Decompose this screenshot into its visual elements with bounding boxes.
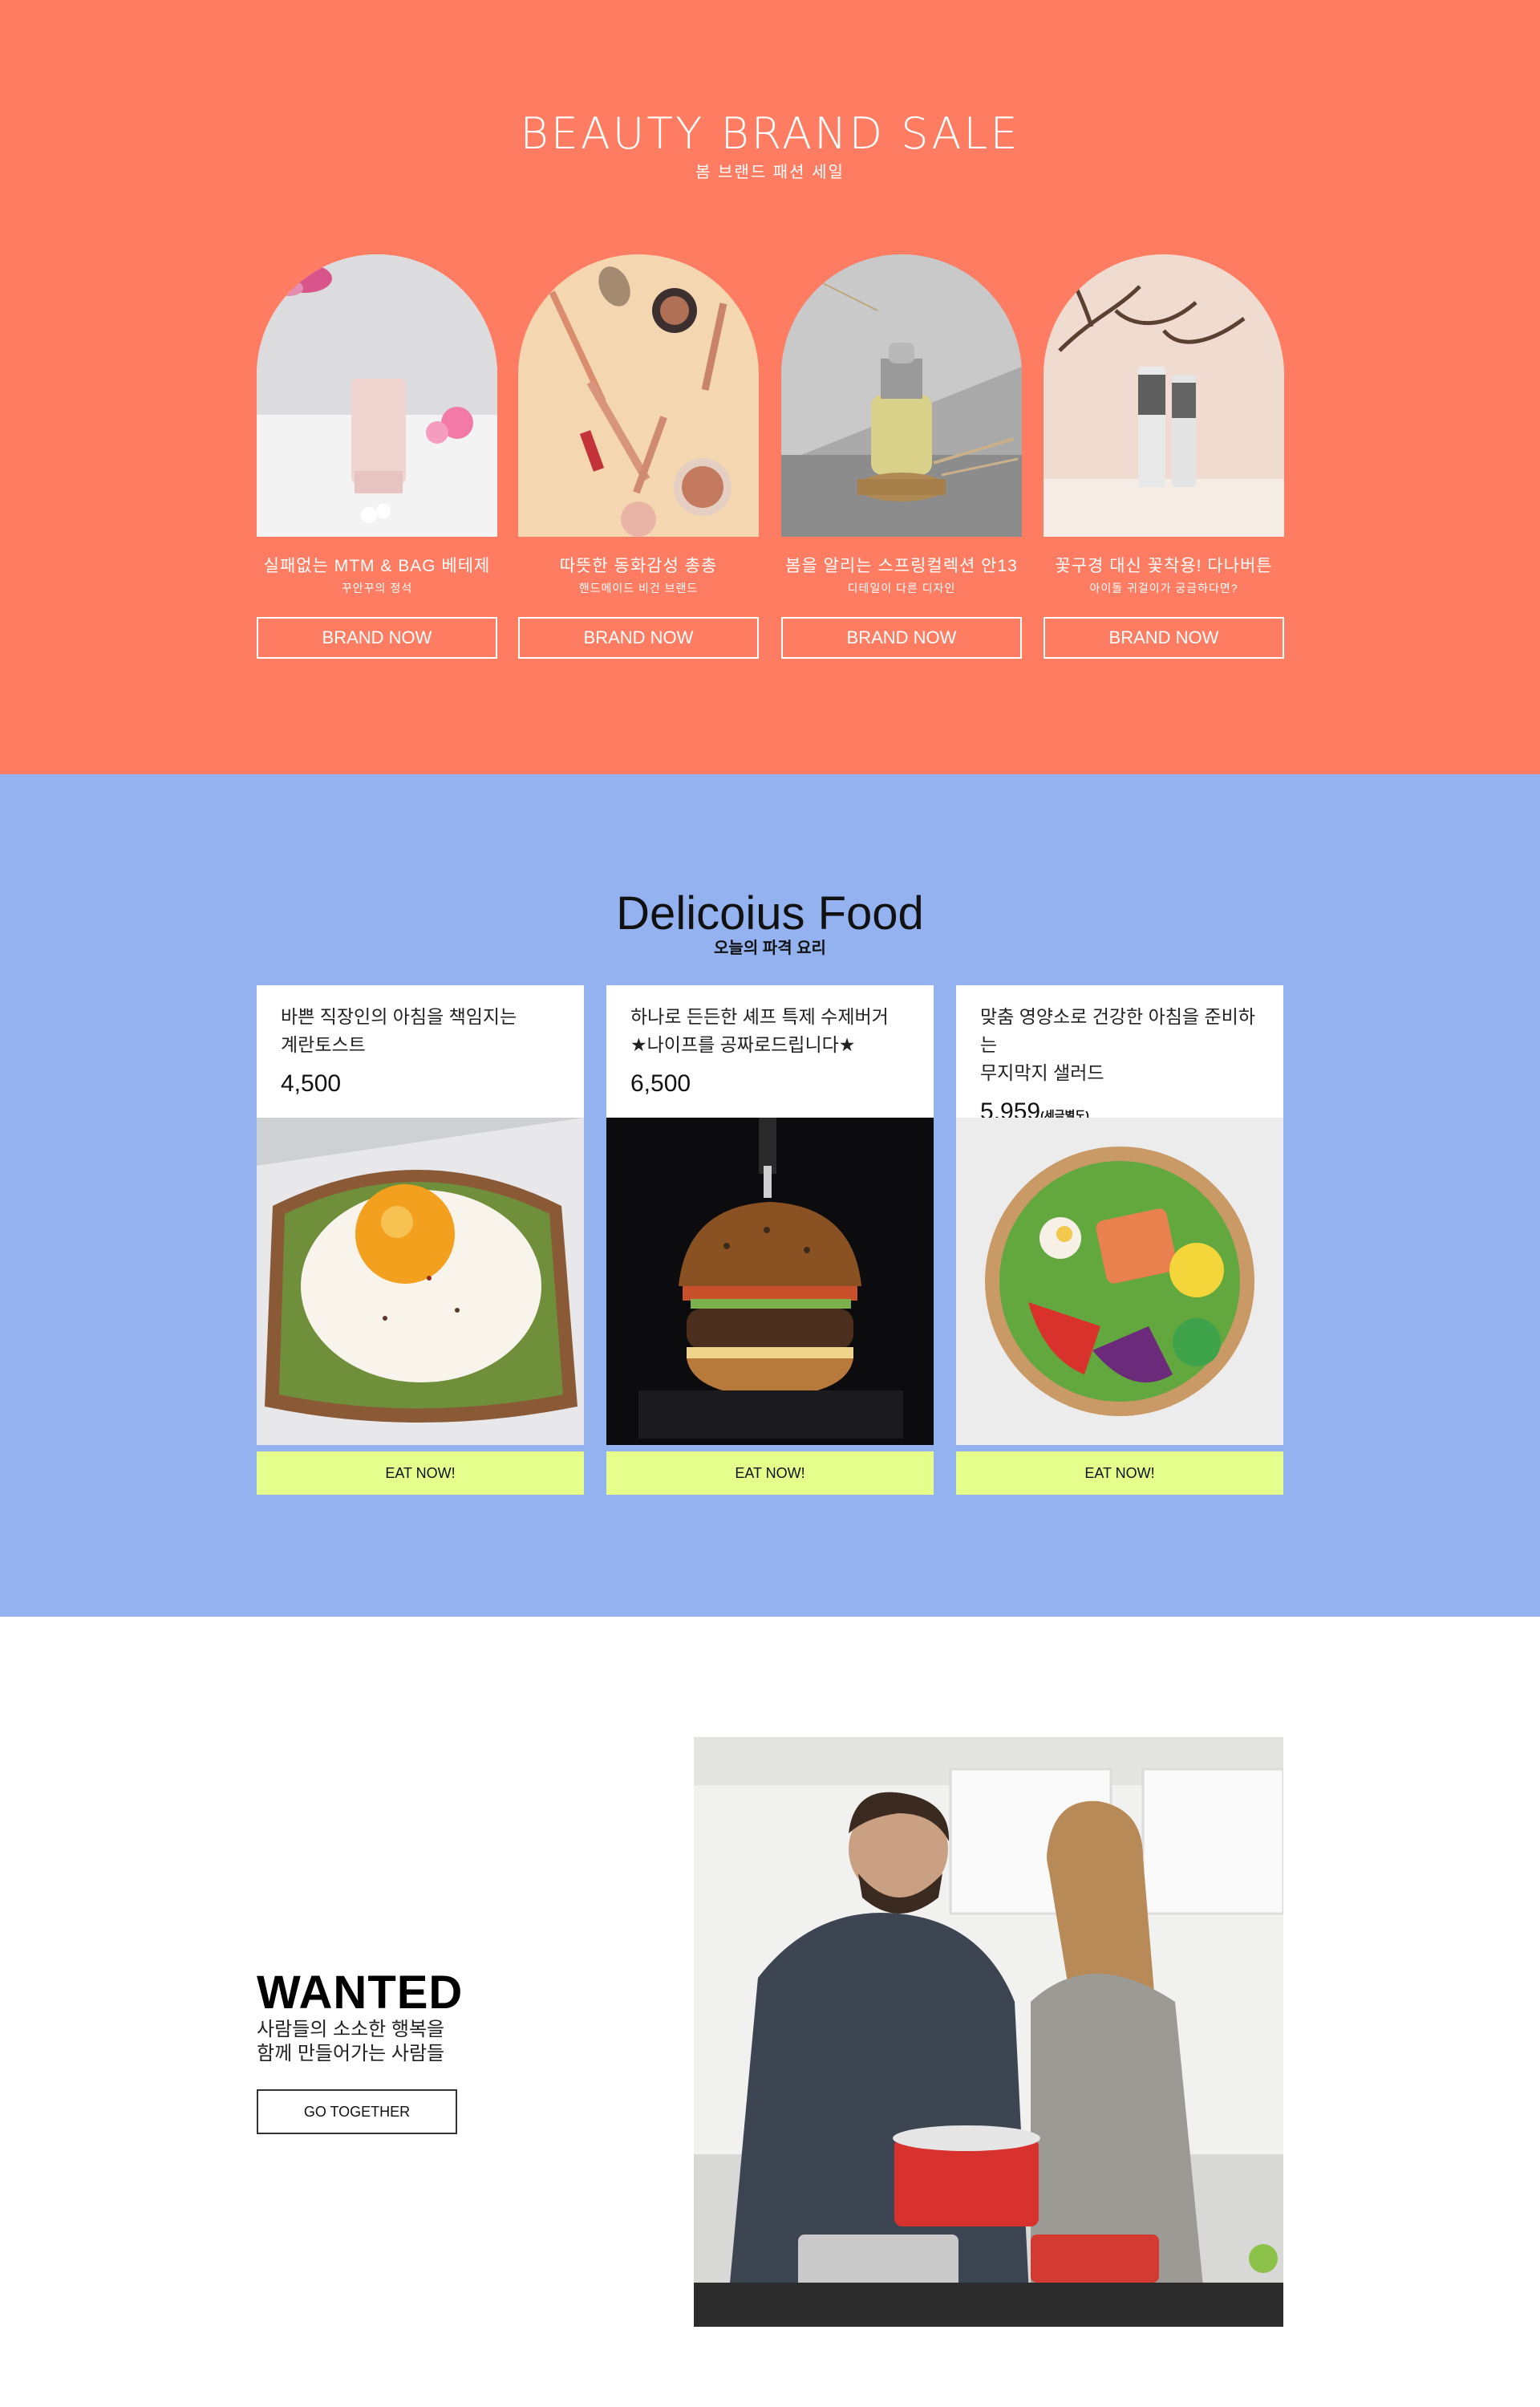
food-card-desc-line1: 바쁜 직장인의 아침을 책임지는 [281,1006,517,1027]
delicious-food-section: Delicoius Food 오늘의 파격 요리 바쁜 직장인의 아침을 책임지… [0,774,1540,1617]
price-value: 4,500 [281,1070,342,1097]
food-card-desc-line2: 무지막지 샐러드 [980,1062,1104,1083]
wanted-section: WANTED 사람들의 소소한 행복을 함께 만들어가는 사람들 GO TOGE… [0,1617,1540,2407]
food-card-header: 바쁜 직장인의 아침을 책임지는 계란토스트 4,500 [257,985,584,1118]
eat-now-button[interactable]: EAT NOW! [956,1451,1283,1495]
food-card-header: 하나로 든든한 셰프 특제 수제버거 ★나이프를 공짜로드립니다★ 6,500 [606,985,934,1118]
salad-photo [956,1118,1283,1445]
beauty-brand-section: BEAUTY BRAND SALE 봄 브랜드 패션 세일 실패없는 MTM &… [0,0,1540,774]
makeup-brushes-photo [518,254,759,537]
branch-bottles-photo [1044,254,1284,537]
food-section-title: Delicoius Food [616,887,924,940]
brand-card-2: 따뜻한 동화감성 총총 핸드메이드 비건 브랜드 BRAND NOW [518,254,759,659]
beauty-section-subtitle: 봄 브랜드 패션 세일 [695,164,845,181]
brand-card-3: 봄을 알리는 스프링컬렉션 안13 디테일이 다른 디자인 BRAND NOW [781,254,1022,659]
brand-now-button[interactable]: BRAND NOW [1044,617,1284,659]
brand-card-title: 따뜻한 동화감성 총총 [559,557,718,575]
brand-card-subtitle: 핸드메이드 비건 브랜드 [578,582,699,595]
brand-card-1: 실패없는 MTM & BAG 베테제 꾸안꾸의 정석 BRAND NOW [257,254,497,659]
brand-image-branch-bottles[interactable] [1044,254,1284,537]
brand-card-subtitle: 아이돌 귀걸이가 궁금하다면? [1089,582,1238,595]
food-card-salad: 맞춤 영양소로 건강한 아침을 준비하는 무지막지 샐러드 5,959(세금별도… [956,985,1283,1495]
egg-toast-photo [257,1118,584,1445]
brand-image-makeup-brushes[interactable] [518,254,759,537]
burger-photo [606,1118,934,1445]
brand-image-serum-bottle[interactable] [781,254,1022,537]
food-card-desc-line1: 하나로 든든한 셰프 특제 수제버거 [630,1006,889,1027]
wanted-subtitle: 사람들의 소소한 행복을 함께 만들어가는 사람들 [257,2018,444,2066]
food-card-price: 6,500 [630,1070,910,1098]
brand-now-button[interactable]: BRAND NOW [518,617,759,659]
eat-now-button[interactable]: EAT NOW! [606,1451,934,1495]
brand-card-4: 꽃구경 대신 꽃착용! 다나버튼 아이돌 귀걸이가 궁금하다면? BRAND N… [1044,254,1284,659]
wanted-title: WANTED [257,1967,464,2019]
brand-now-button[interactable]: BRAND NOW [781,617,1022,659]
brand-card-title: 실패없는 MTM & BAG 베테제 [263,557,491,575]
wanted-photo-cooking-couple [694,1737,1283,2327]
food-card-header: 맞춤 영양소로 건강한 아침을 준비하는 무지막지 샐러드 5,959(세금별도… [956,985,1283,1125]
go-together-button[interactable]: GO TOGETHER [257,2089,457,2134]
food-card-desc-line1: 맞춤 영양소로 건강한 아침을 준비하는 [980,1006,1255,1055]
food-image-egg-toast[interactable] [257,1118,584,1445]
food-card-egg-toast: 바쁜 직장인의 아침을 책임지는 계란토스트 4,500 EAT NOW! [257,985,584,1495]
food-image-salad[interactable] [956,1118,1283,1445]
brand-card-title: 봄을 알리는 스프링컬렉션 안13 [785,557,1018,575]
food-image-burger[interactable] [606,1118,934,1445]
brand-card-subtitle: 꾸안꾸의 정석 [341,582,413,595]
eat-now-button[interactable]: EAT NOW! [257,1451,584,1495]
wanted-subtitle-line1: 사람들의 소소한 행복을 [257,2019,445,2040]
food-card-desc-line2: 계란토스트 [281,1034,366,1055]
food-card-desc-line2: ★나이프를 공짜로드립니다★ [630,1034,856,1055]
serum-bottle-photo [781,254,1022,537]
brand-card-title: 꽃구경 대신 꽃착용! 다나버튼 [1055,557,1273,575]
price-value: 6,500 [630,1070,691,1097]
brand-card-subtitle: 디테일이 다른 디자인 [847,582,956,595]
beauty-section-title: BEAUTY BRAND SALE [520,108,1020,159]
food-section-subtitle: 오늘의 파격 요리 [714,940,826,957]
cosmetic-tube-photo [257,254,497,537]
food-card-price: 4,500 [281,1070,560,1098]
food-card-burger: 하나로 든든한 셰프 특제 수제버거 ★나이프를 공짜로드립니다★ 6,500 [606,985,934,1495]
cooking-couple-photo [694,1737,1283,2327]
wanted-subtitle-line2: 함께 만들어가는 사람들 [257,2043,445,2064]
brand-now-button[interactable]: BRAND NOW [257,617,497,659]
brand-image-cosmetic-tube[interactable] [257,254,497,537]
